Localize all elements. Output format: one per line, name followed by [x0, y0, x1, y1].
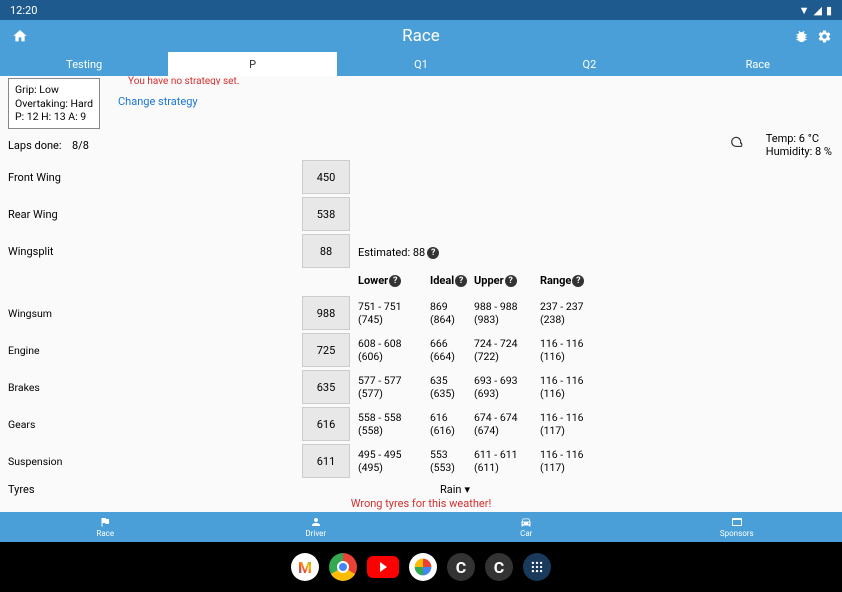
tab-testing[interactable]: Testing	[0, 52, 168, 76]
change-strategy-link[interactable]: Change strategy	[118, 95, 198, 108]
track-pha: P: 12 H: 13 A: 9	[15, 110, 93, 124]
cloud-icon	[730, 136, 748, 150]
label-engine: Engine	[8, 344, 302, 357]
status-icons: ▼ ◢ ▮	[799, 4, 832, 17]
help-icon[interactable]: ?	[572, 275, 584, 287]
label-tyres: Tyres	[8, 483, 302, 496]
header-upper: Upper	[474, 274, 504, 287]
input-wingsum[interactable]: 988	[302, 296, 350, 330]
tyres-warning: Wrong tyres for this weather!	[351, 497, 492, 510]
youtube-app-icon[interactable]	[367, 556, 399, 578]
laps-done-label: Laps done:	[8, 139, 62, 152]
header-ideal: Ideal	[430, 274, 454, 287]
row-engine: Engine 725 608 - 608(606) 666(664) 724 -…	[8, 333, 596, 367]
android-status-bar: 12:20 ▼ ◢ ▮	[0, 0, 842, 20]
weather-temp: Temp: 6 °C	[766, 132, 832, 145]
input-engine[interactable]: 725	[302, 333, 350, 367]
battery-icon: ▮	[826, 4, 832, 17]
input-rear-wing[interactable]: 538	[302, 197, 350, 231]
row-suspension: Suspension 611 495 - 495(495) 553(553) 6…	[8, 444, 596, 478]
header-lower: Lower	[358, 274, 388, 287]
chrome-app-icon[interactable]	[329, 553, 357, 581]
help-icon[interactable]: ?	[427, 247, 439, 259]
tab-q2[interactable]: Q2	[505, 52, 673, 76]
track-info-box: Grip: Low Overtaking: Hard P: 12 H: 13 A…	[8, 78, 100, 129]
photos-app-icon[interactable]	[409, 553, 437, 581]
header-range: Range	[540, 274, 571, 287]
input-front-wing[interactable]: 450	[302, 160, 350, 194]
label-wingsplit: Wingsplit	[8, 245, 302, 258]
app-drawer-icon[interactable]	[523, 553, 551, 581]
strategy-warning-cut: You have no strategy set.	[128, 76, 239, 85]
tyres-dropdown[interactable]: Rain ▾	[440, 483, 470, 496]
input-gears[interactable]: 616	[302, 407, 350, 441]
bottom-nav: Race Driver Car Sponsors	[0, 512, 842, 542]
column-headers: Lower? Ideal? Upper? Range?	[358, 274, 596, 287]
bug-icon[interactable]	[794, 29, 809, 44]
row-wingsum: Wingsum 988 751 - 751(745) 869(864) 988 …	[8, 296, 596, 330]
label-gears: Gears	[8, 418, 302, 431]
gmail-app-icon[interactable]: M	[291, 553, 319, 581]
status-time: 12:20	[10, 4, 37, 17]
track-overtaking: Overtaking: Hard	[15, 97, 93, 111]
estimated-value: Estimated: 88 ?	[358, 246, 439, 259]
nav-sponsors[interactable]: Sponsors	[632, 512, 842, 542]
android-system-bar: M C C	[0, 542, 842, 592]
input-wingsplit[interactable]: 88	[302, 234, 350, 268]
session-tabs: Testing P Q1 Q2 Race	[0, 52, 842, 76]
tab-p[interactable]: P	[168, 52, 336, 76]
label-suspension: Suspension	[8, 455, 302, 468]
weather-info: Temp: 6 °C Humidity: 8 %	[766, 132, 832, 158]
row-gears: Gears 616 558 - 558(558) 616(616) 674 - …	[8, 407, 596, 441]
tab-race[interactable]: Race	[674, 52, 842, 76]
nav-race[interactable]: Race	[0, 512, 211, 542]
nav-car[interactable]: Car	[421, 512, 632, 542]
label-front-wing: Front Wing	[8, 171, 302, 184]
label-wingsum: Wingsum	[8, 307, 302, 320]
row-wingsplit: Wingsplit 88	[8, 234, 350, 268]
chevron-down-icon: ▾	[465, 483, 471, 496]
label-brakes: Brakes	[8, 381, 302, 394]
track-grip: Grip: Low	[15, 83, 93, 97]
app-bar: Race	[0, 20, 842, 52]
signal-icon: ◢	[813, 4, 821, 17]
help-icon[interactable]: ?	[455, 275, 467, 287]
row-rear-wing: Rear Wing 538	[8, 197, 350, 231]
page-title: Race	[402, 26, 440, 46]
app-icon-2[interactable]: C	[485, 553, 513, 581]
nav-driver[interactable]: Driver	[211, 512, 422, 542]
row-front-wing: Front Wing 450	[8, 160, 350, 194]
help-icon[interactable]: ?	[505, 275, 517, 287]
input-suspension[interactable]: 611	[302, 444, 350, 478]
home-icon[interactable]	[12, 28, 28, 44]
help-icon[interactable]: ?	[389, 275, 401, 287]
tab-q1[interactable]: Q1	[337, 52, 505, 76]
label-rear-wing: Rear Wing	[8, 208, 302, 221]
main-content: Grip: Low Overtaking: Hard P: 12 H: 13 A…	[0, 76, 842, 512]
settings-icon[interactable]	[817, 29, 832, 44]
laps-done-value: 8/8	[72, 139, 89, 152]
row-tyres: Tyres	[8, 483, 302, 496]
input-brakes[interactable]: 635	[302, 370, 350, 404]
weather-humidity: Humidity: 8 %	[766, 145, 832, 158]
app-icon-1[interactable]: C	[447, 553, 475, 581]
row-brakes: Brakes 635 577 - 577(577) 635(635) 693 -…	[8, 370, 596, 404]
wifi-icon: ▼	[799, 4, 810, 17]
